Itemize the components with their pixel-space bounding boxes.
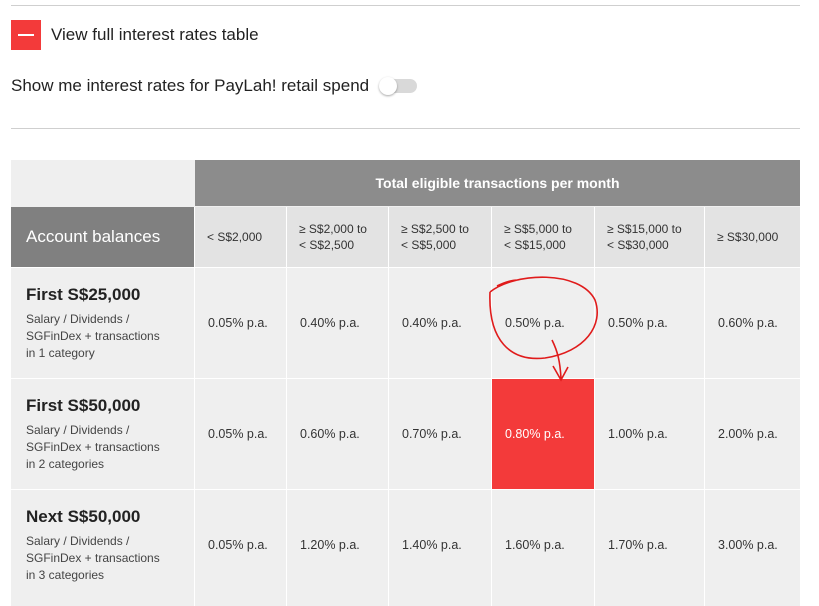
column-header: ≥ S$15,000 to < S$30,000 <box>595 207 704 267</box>
rate-cell: 0.05% p.a. <box>208 316 268 330</box>
column-header: < S$2,000 <box>195 207 286 267</box>
rate-cell: 1.60% p.a. <box>505 538 565 552</box>
balance-tier-header: First S$25,000 Salary / Dividends / SGFin… <box>11 268 194 378</box>
paylah-toggle-label: Show me interest rates for PayLah! retai… <box>11 76 370 95</box>
balance-tier-title: Next S$50,000 <box>26 506 141 526</box>
column-header: ≥ S$30,000 <box>705 207 800 267</box>
section-divider <box>11 128 800 129</box>
rate-cell: 1.40% p.a. <box>402 538 462 552</box>
collapse-minus-icon[interactable] <box>11 20 41 50</box>
paylah-toggle-row: Show me interest rates for PayLah! retai… <box>11 76 418 96</box>
column-header: ≥ S$2,000 to < S$2,500 <box>287 207 388 267</box>
balance-tier-description: Salary / Dividends / SGFinDex + transact… <box>26 311 160 360</box>
top-divider <box>11 5 800 6</box>
row-divider <box>11 267 800 268</box>
rate-cell: 0.60% p.a. <box>718 316 778 330</box>
rate-cell: 1.00% p.a. <box>608 427 668 441</box>
highlighted-rate-cell: 0.80% p.a. <box>492 379 594 489</box>
switch-knob <box>379 77 398 95</box>
rate-cell: 1.70% p.a. <box>608 538 668 552</box>
rate-cell: 0.40% p.a. <box>402 316 462 330</box>
balance-tier-title: First S$25,000 <box>26 284 141 304</box>
balance-tier-title: First S$50,000 <box>26 395 141 415</box>
rate-cell: 0.05% p.a. <box>208 538 268 552</box>
view-full-table-toggle[interactable]: View full interest rates table <box>11 20 259 50</box>
balance-tier-description: Salary / Dividends / SGFinDex + transact… <box>26 533 160 582</box>
column-header: ≥ S$2,500 to < S$5,000 <box>389 207 491 267</box>
interest-rates-table: Total eligible transactions per month Ac… <box>11 160 800 606</box>
row-divider <box>11 378 800 379</box>
account-balances-header: Account balances <box>11 207 194 267</box>
rate-cell: 0.05% p.a. <box>208 427 268 441</box>
rate-cell: 0.50% p.a. <box>608 316 668 330</box>
rate-cell: 0.50% p.a. <box>505 316 565 330</box>
balance-tier-header: First S$50,000 Salary / Dividends / SGFin… <box>11 379 194 489</box>
rate-cell: 3.00% p.a. <box>718 538 778 552</box>
view-full-table-label[interactable]: View full interest rates table <box>51 25 259 45</box>
balance-tier-description: Salary / Dividends / SGFinDex + transact… <box>26 422 160 471</box>
rate-cell: 0.60% p.a. <box>300 427 360 441</box>
row-divider <box>11 489 800 490</box>
rate-cell: 1.20% p.a. <box>300 538 360 552</box>
column-header: ≥ S$5,000 to < S$15,000 <box>492 207 594 267</box>
rate-cell: 0.40% p.a. <box>300 316 360 330</box>
rate-cell: 0.70% p.a. <box>402 427 462 441</box>
balance-tier-header: Next S$50,000 Salary / Dividends / SGFinD… <box>11 490 194 600</box>
transactions-header: Total eligible transactions per month <box>195 160 800 206</box>
paylah-toggle-switch[interactable] <box>379 77 418 95</box>
rate-cell: 2.00% p.a. <box>718 427 778 441</box>
